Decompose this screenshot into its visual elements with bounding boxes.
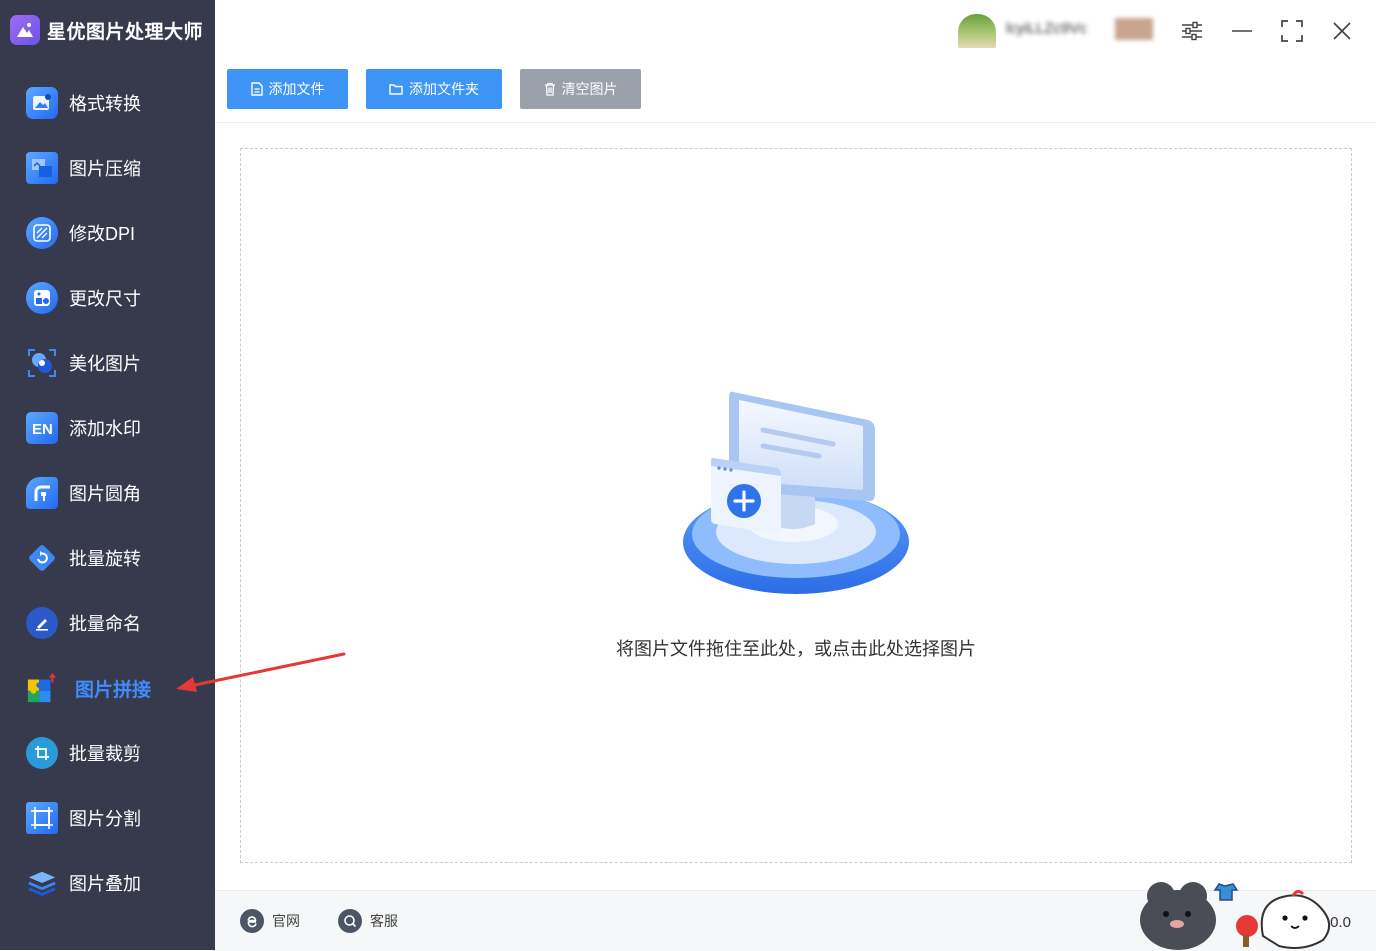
sidebar-item-label: 图片叠加 [69,874,141,894]
support-label: 客服 [370,913,398,929]
website-label: 官网 [272,913,300,929]
sidebar-item-modify-dpi[interactable]: 修改DPI [0,206,215,260]
rename-icon [26,607,58,639]
sidebar-item-batch-rename[interactable]: 批量命名 [0,596,215,650]
support-icon [338,909,362,933]
sidebar-item-label: 添加水印 [69,419,141,439]
app-logo-icon [10,15,40,45]
sidebar-item-label: 修改DPI [69,224,136,244]
layers-icon [26,867,58,899]
add-file-label: 添加文件 [268,81,325,97]
sidebar-item-watermark[interactable]: EN 添加水印 [0,401,215,455]
sidebar-item-label: 图片圆角 [69,484,141,504]
fullscreen-icon [1281,20,1303,42]
sliders-icon [1182,21,1202,41]
sidebar-item-label: 图片分割 [69,809,141,829]
svg-text:EN: EN [32,421,53,437]
sidebar: 星优图片处理大师 格式转换 图片压缩 修改DPI 更改尺寸 美化图片 EN 添加… [0,0,215,950]
sidebar-item-label: 格式转换 [69,94,141,114]
sidebar-item-image-compress[interactable]: 图片压缩 [0,141,215,195]
sidebar-item-batch-rotate[interactable]: 批量旋转 [0,531,215,585]
dpi-icon [26,217,58,249]
clear-images-button[interactable]: 清空图片 [520,69,641,109]
sidebar-item-beautify[interactable]: 美化图片 [0,336,215,390]
sidebar-item-image-overlay[interactable]: 图片叠加 [0,856,215,910]
add-file-button[interactable]: 添加文件 [227,69,348,109]
username-mask [1115,18,1153,40]
add-folder-label: 添加文件夹 [409,81,479,97]
sidebar-item-label: 图片拼接 [75,679,152,701]
drop-zone[interactable]: 将图片文件拖住至此处，或点击此处选择图片 [240,148,1352,863]
monitor-upload-illustration [683,391,909,594]
sidebar-item-batch-crop[interactable]: 批量裁剪 [0,726,215,780]
close-button[interactable] [1327,16,1357,46]
drop-hint: 将图片文件拖住至此处，或点击此处选择图片 [616,639,976,659]
sidebar-item-label: 美化图片 [69,354,141,374]
browser-icon [240,909,264,933]
sidebar-item-resize[interactable]: 更改尺寸 [0,271,215,325]
sidebar-item-image-split[interactable]: 图片分割 [0,791,215,845]
beautify-icon [26,347,58,379]
toolbar: 添加文件 添加文件夹 清空图片 [215,60,1376,123]
minimize-button[interactable] [1227,16,1257,46]
sidebar-item-rounded-corner[interactable]: 图片圆角 [0,466,215,520]
file-icon [250,82,263,96]
sidebar-item-label: 批量裁剪 [69,744,141,764]
settings-button[interactable] [1177,16,1207,46]
rounded-corner-icon [26,477,58,509]
image-compress-icon [26,152,58,184]
clear-images-label: 清空图片 [561,81,618,97]
minimize-icon [1232,30,1252,32]
maximize-button[interactable] [1277,16,1307,46]
username[interactable]: lcyiLLZc9Vc [1006,20,1087,37]
crop-icon [26,737,58,769]
add-folder-button[interactable]: 添加文件夹 [366,69,502,109]
rotate-icon [26,542,58,574]
red-arrow-annotation [176,652,346,692]
sidebar-item-label: 更改尺寸 [69,289,141,309]
image-convert-icon [26,87,58,119]
sidebar-item-format-convert[interactable]: 格式转换 [0,76,215,130]
folder-icon [389,83,403,95]
avatar[interactable] [958,14,996,48]
support-link[interactable]: 客服 [338,909,398,933]
app-title: 星优图片处理大师 [47,21,204,43]
mascot-stickers [1140,882,1330,950]
trash-icon [544,82,556,96]
sidebar-item-label: 批量旋转 [69,549,141,569]
website-link[interactable]: 官网 [240,909,300,933]
watermark-icon: EN [26,412,58,444]
sidebar-item-label: 图片压缩 [69,159,141,179]
close-icon [1333,22,1351,40]
app-brand: 星优图片处理大师 [10,14,203,46]
sidebar-item-label: 批量命名 [69,614,141,634]
split-icon [26,802,58,834]
resize-icon [26,282,58,314]
puzzle-icon [26,672,58,704]
